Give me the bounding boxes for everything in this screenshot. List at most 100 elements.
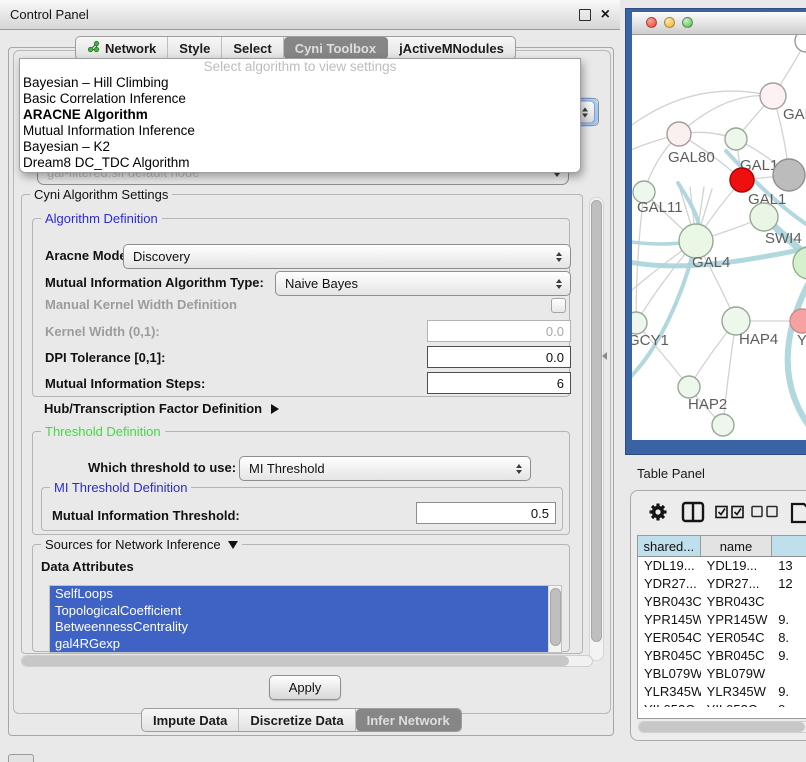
network-window-titlebar[interactable]	[632, 12, 806, 35]
table-row[interactable]: YBR045CYBR045C9.	[638, 647, 806, 665]
network-canvas[interactable]: GALGAL80GAL10GAL1GAL11SWI4GAL4GCY1HAP4YH…	[632, 35, 806, 440]
which-threshold-combo[interactable]: MI Threshold	[239, 456, 531, 481]
mi-type-combo[interactable]: Naive Bayes	[275, 271, 571, 296]
mi-threshold-label: Mutual Information Threshold:	[52, 508, 240, 523]
scrollbar-thumb[interactable]	[550, 588, 561, 646]
algorithm-option-dream8-dc-tdc-algorithm[interactable]: Dream8 DC_TDC Algorithm	[20, 155, 580, 171]
tab-infer-network[interactable]: Infer Network	[356, 709, 461, 731]
table-row[interactable]: YER054CYER054C8.	[638, 629, 806, 647]
tab-label: jActiveMNodules	[399, 41, 504, 56]
data-attributes-items: SelfLoopsTopologicalCoefficientBetweenne…	[50, 586, 548, 652]
scrollbar-thumb[interactable]	[22, 656, 569, 666]
network-node-swi4[interactable]	[750, 203, 778, 231]
float-panel-icon[interactable]	[579, 9, 591, 21]
combo-stepper-icon[interactable]	[551, 248, 567, 266]
tab-impute-data[interactable]: Impute Data	[142, 709, 239, 731]
kernel-width-field: 0.0	[427, 320, 571, 342]
attribute-item-selfloops[interactable]: SelfLoops	[50, 586, 548, 603]
combo-stepper-icon[interactable]	[511, 460, 527, 478]
tab-discretize-data[interactable]: Discretize Data	[239, 709, 355, 731]
scrollbar-thumb[interactable]	[591, 200, 602, 642]
table-cell: YLR345W	[638, 683, 701, 701]
table-cell: YBL079W	[638, 665, 701, 683]
network-node[interactable]	[773, 159, 805, 191]
attribute-item-gal4rgexp[interactable]: gal4RGexp	[50, 636, 548, 653]
table-row[interactable]: YIL052CYIL052C9	[638, 701, 806, 707]
attributes-list-scrollbar[interactable]	[548, 586, 561, 652]
network-icon	[87, 40, 100, 56]
settings-horizontal-scrollbar[interactable]	[21, 655, 593, 667]
manual-kernel-checkbox[interactable]	[551, 298, 566, 313]
network-edge[interactable]	[679, 95, 773, 134]
algorithm-option-aracne-algorithm[interactable]: ARACNE Algorithm	[20, 107, 580, 123]
tab-style[interactable]: Style	[168, 37, 222, 59]
minimize-window-icon[interactable]	[664, 17, 675, 28]
export-table-icon[interactable]	[789, 501, 806, 528]
network-node-gal1[interactable]	[730, 168, 754, 192]
select-all-checkboxes-icon[interactable]	[715, 504, 745, 523]
network-node[interactable]	[712, 414, 734, 436]
mi-type-value: Naive Bayes	[285, 276, 358, 291]
network-node-gcy1[interactable]	[632, 312, 647, 334]
mi-steps-label: Mutual Information Steps:	[45, 376, 205, 391]
algorithm-option-mutual-information-inference[interactable]: Mutual Information Inference	[20, 123, 580, 139]
algorithm-option-bayesian-k2[interactable]: Bayesian – K2	[20, 139, 580, 155]
table-row[interactable]: YLR345WYLR345W9.	[638, 683, 806, 701]
network-node-gal80[interactable]	[667, 122, 691, 146]
algorithm-dropdown-popup: Select algorithm to view settings Bayesi…	[19, 58, 581, 173]
tab-label: Discretize Data	[250, 713, 343, 728]
scrollbar-thumb[interactable]	[639, 722, 805, 732]
mi-threshold-field[interactable]: 0.5	[416, 502, 556, 524]
mi-steps-value: 6	[557, 376, 564, 391]
attribute-item-betweennesscentrality[interactable]: BetweennessCentrality	[50, 619, 548, 636]
kernel-width-label: Kernel Width (0,1):	[45, 324, 160, 339]
hub-tf-definition-toggle[interactable]: Hub/Transcription Factor Definition	[44, 401, 279, 416]
apply-button[interactable]: Apply	[269, 675, 341, 700]
column-header-shared[interactable]: shared...	[638, 536, 701, 556]
tab-jactivemnodules[interactable]: jActiveMNodules	[388, 37, 515, 59]
splitpane-collapse-arrow[interactable]	[602, 352, 607, 360]
network-view-window[interactable]: GALGAL80GAL10GAL1GAL11SWI4GAL4GCY1HAP4YH…	[625, 8, 806, 455]
settings-vertical-scrollbar[interactable]	[589, 197, 604, 661]
network-node-gal4[interactable]	[679, 224, 713, 258]
deselect-all-checkboxes-icon[interactable]	[751, 505, 779, 522]
column-header-name[interactable]: name	[701, 536, 773, 556]
data-attributes-list[interactable]: SelfLoopsTopologicalCoefficientBetweenne…	[49, 585, 562, 653]
table-row[interactable]: YBR043CYBR043C	[638, 593, 806, 611]
sources-group-title[interactable]: Sources for Network Inference	[41, 537, 242, 552]
network-node-gal10[interactable]	[725, 128, 747, 150]
table-row[interactable]: YDL19...YDL19...13	[638, 557, 806, 575]
table-horizontal-scrollbar[interactable]	[638, 721, 806, 733]
zoom-window-icon[interactable]	[682, 17, 693, 28]
split-columns-icon[interactable]	[681, 501, 705, 526]
tab-cyni-toolbox[interactable]: Cyni Toolbox	[284, 37, 388, 59]
network-edge[interactable]	[788, 273, 806, 433]
network-edge[interactable]	[632, 91, 773, 131]
algorithm-option-bayesian-hill-climbing[interactable]: Bayesian – Hill Climbing	[20, 75, 580, 91]
aracne-mode-combo[interactable]: Discovery	[123, 244, 571, 269]
close-window-icon[interactable]	[646, 17, 657, 28]
control-panel: Control Panel × NetworkStyleSelectCyni T…	[0, 0, 620, 745]
tab-label: Style	[179, 41, 210, 56]
table-row[interactable]: YBL079WYBL079W	[638, 665, 806, 683]
close-panel-icon[interactable]: ×	[601, 8, 610, 22]
network-node-hap2[interactable]	[678, 376, 700, 398]
network-node[interactable]	[795, 35, 806, 52]
algorithm-option-basic-correlation-inference[interactable]: Basic Correlation Inference	[20, 91, 580, 107]
node-label: GAL4	[692, 254, 730, 271]
tab-network[interactable]: Network	[76, 37, 168, 59]
tab-select[interactable]: Select	[222, 37, 283, 59]
table-cell: YDL19...	[638, 557, 701, 575]
table-row[interactable]: YDR27...YDR27...12	[638, 575, 806, 593]
minimized-panel-icon[interactable]	[8, 754, 34, 762]
column-header-2[interactable]	[772, 536, 806, 556]
mi-steps-field[interactable]: 6	[427, 372, 571, 394]
algorithm-definition-title: Algorithm Definition	[41, 211, 162, 226]
table-cell: YBR045C	[701, 647, 773, 665]
table-settings-gear-icon[interactable]	[647, 501, 669, 526]
attribute-item-topologicalcoefficient[interactable]: TopologicalCoefficient	[50, 603, 548, 620]
dpi-tolerance-field[interactable]: 0.0	[427, 346, 571, 368]
table-row[interactable]: YPR145WYPR145W9.	[638, 611, 806, 629]
combo-stepper-icon[interactable]	[551, 275, 567, 293]
tab-label: Cyni Toolbox	[295, 41, 376, 56]
